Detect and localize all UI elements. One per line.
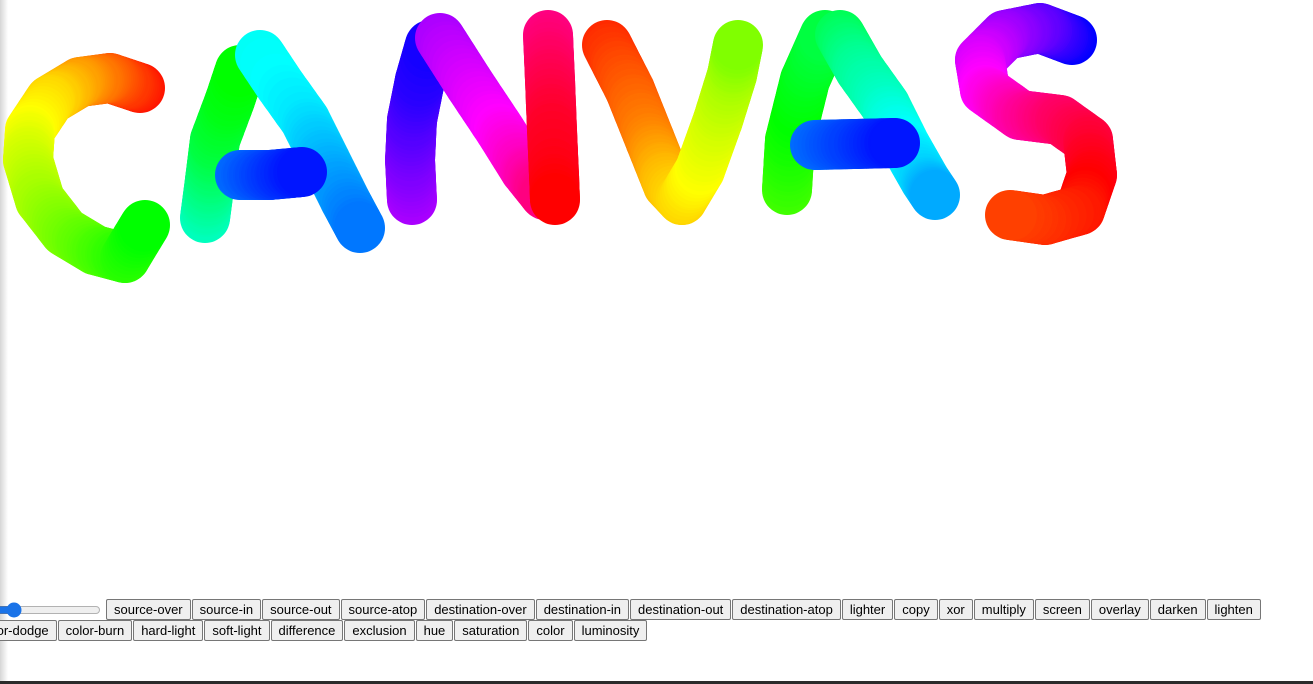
brush-stroke <box>215 147 327 200</box>
mode-button-overlay[interactable]: overlay <box>1090 599 1149 620</box>
mode-button-color[interactable]: color <box>528 620 573 641</box>
brush-stroke <box>3 53 170 283</box>
page: source-over source-in source-out source-ato… <box>0 0 1313 684</box>
mode-button-saturation[interactable]: saturation <box>454 620 528 641</box>
brush-size-slider[interactable] <box>0 601 101 618</box>
mode-button-soft-light[interactable]: soft-light <box>204 620 270 641</box>
mode-button-xor[interactable]: xor <box>938 599 973 620</box>
mode-button-lighten[interactable]: lighten <box>1206 599 1261 620</box>
brush-stroke <box>955 3 1117 245</box>
mode-button-multiply[interactable]: multiply <box>973 599 1034 620</box>
mode-button-screen[interactable]: screen <box>1034 599 1090 620</box>
mode-button-source-atop[interactable]: source-atop <box>340 599 426 620</box>
mode-button-destination-atop[interactable]: destination-atop <box>732 599 841 620</box>
mode-button-hard-light[interactable]: hard-light <box>133 620 204 641</box>
mode-button-source-in[interactable]: source-in <box>191 599 262 620</box>
brush-stroke <box>582 20 763 225</box>
mode-button-luminosity[interactable]: luminosity <box>573 620 648 641</box>
mode-button-source-over[interactable]: source-over <box>106 599 191 620</box>
controls-row-1: source-over source-in source-out source-ato… <box>0 599 1313 620</box>
brush-stroke <box>235 30 385 253</box>
mode-button-destination-in[interactable]: destination-in <box>535 599 630 620</box>
brush-stroke <box>790 118 920 170</box>
mode-button-color-dodge[interactable]: color-dodge <box>0 620 57 641</box>
mode-button-exclusion[interactable]: exclusion <box>344 620 415 641</box>
drawing-canvas[interactable] <box>0 0 1313 590</box>
controls-row-2: color-dodgecolor-burnhard-lightsoft-ligh… <box>0 620 1313 641</box>
mode-button-color-burn[interactable]: color-burn <box>57 620 133 641</box>
controls-bar: source-over source-in source-out source-ato… <box>0 599 1313 641</box>
brush-stroke <box>523 10 580 225</box>
mode-button-source-out[interactable]: source-out <box>262 599 340 620</box>
mode-button-difference[interactable]: difference <box>270 620 344 641</box>
mode-button-destination-over[interactable]: destination-over <box>426 599 535 620</box>
mode-button-darken[interactable]: darken <box>1149 599 1206 620</box>
mode-button-destination-out[interactable]: destination-out <box>630 599 732 620</box>
mode-button-copy[interactable]: copy <box>894 599 938 620</box>
brush-stroke <box>815 10 960 220</box>
mode-button-lighter[interactable]: lighter <box>841 599 894 620</box>
mode-button-hue[interactable]: hue <box>415 620 454 641</box>
